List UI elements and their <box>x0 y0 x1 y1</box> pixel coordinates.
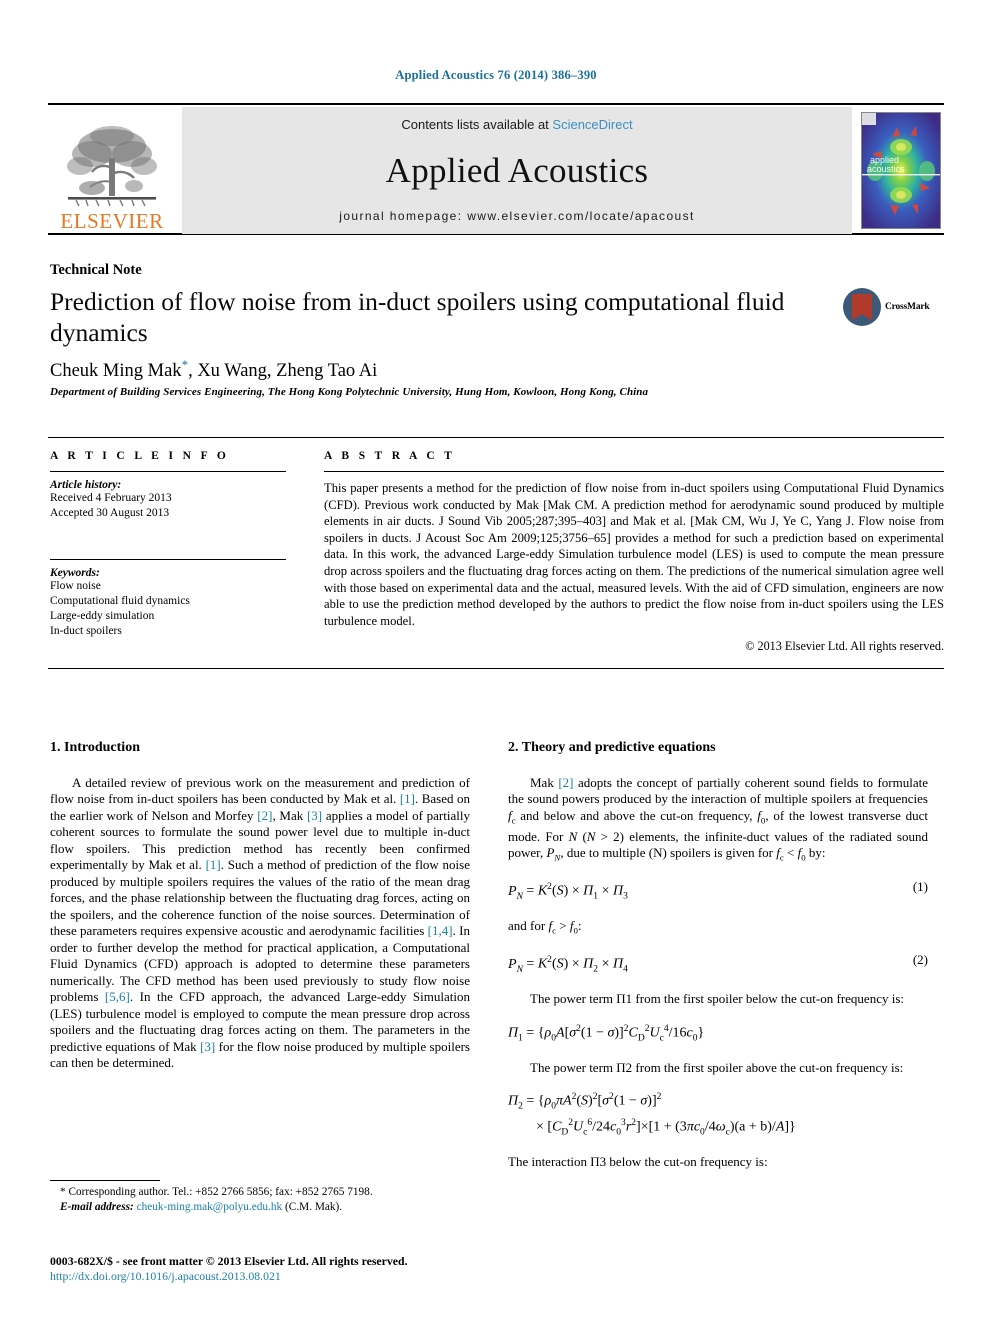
crossmark-badge[interactable]: CrossMark <box>843 288 930 326</box>
keyword-item: In-duct spoilers <box>50 625 122 637</box>
contents-available-line: Contents lists available at ScienceDirec… <box>401 117 632 132</box>
journal-masthead: ELSEVIER Contents lists available at Sci… <box>48 103 944 235</box>
theory-paragraph: Mak [2] adopts the concept of partially … <box>508 774 928 863</box>
between-eq-label: and for <box>508 918 546 934</box>
email-link[interactable]: cheuk-ming.mak@polyu.edu.hk <box>137 1201 283 1213</box>
footnote-block: * Corresponding author. Tel.: +852 2766 … <box>50 1185 470 1214</box>
citation-ref[interactable]: [5,6] <box>105 989 130 1004</box>
theory-t3: and below and above the cut-on frequency… <box>515 807 758 823</box>
equation-2: PN = K2(S) × Π2 × Π4 (2) <box>508 952 928 975</box>
lead-in-pi2: The power term Π2 from the first spoiler… <box>530 1059 904 1075</box>
sciencedirect-link[interactable]: ScienceDirect <box>552 117 632 132</box>
introduction-paragraph: A detailed review of previous work on th… <box>50 775 470 1072</box>
affiliation: Department of Building Services Engineer… <box>50 386 649 398</box>
divider-info <box>50 471 286 472</box>
cover-title-line2: acoustics <box>867 164 905 174</box>
abstract-caption: A B S T R A C T <box>324 450 456 462</box>
cover-artwork: applied acoustics <box>861 112 941 229</box>
issn-copyright-line: 0003-682X/$ - see front matter © 2013 El… <box>50 1254 408 1268</box>
citation-ref[interactable]: [2] <box>558 775 573 790</box>
intro-t3: , Mak <box>272 807 307 823</box>
citation-ref[interactable]: [1,4] <box>428 923 453 938</box>
equation-pi2: Π2 = {ρ0πA2(S)2[σ2(1 − σ)]2 × [CD2Uc6/24… <box>508 1092 796 1138</box>
body-column-right: 2. Theory and predictive equations Mak [… <box>508 740 928 1171</box>
history-received: Received 4 February 2013 <box>50 492 172 504</box>
between-equations-text: and for fc > f0: <box>508 918 582 936</box>
divider-abstract <box>324 471 944 472</box>
keywords-block: Keywords: Flow noise Computational fluid… <box>50 559 286 639</box>
theory-t6: , due to multiple (N) spoilers is given … <box>560 845 777 861</box>
article-type: Technical Note <box>50 262 142 278</box>
paper-page: Applied Acoustics 76 (2014) 386–390 ELSE… <box>0 0 992 1323</box>
masthead-center-panel: Contents lists available at ScienceDirec… <box>182 107 852 234</box>
journal-title: Applied Acoustics <box>385 150 649 190</box>
section-heading-theory: 2. Theory and predictive equations <box>508 740 716 755</box>
email-note: E-mail address: cheuk-ming.mak@polyu.edu… <box>50 1200 470 1215</box>
abstract-column: A B S T R A C T This paper presents a me… <box>324 450 944 654</box>
footnote-divider <box>50 1180 160 1181</box>
equation-1-number: (1) <box>912 879 928 895</box>
corresponding-author-note: * Corresponding author. Tel.: +852 2766 … <box>60 1186 373 1198</box>
history-accepted: Accepted 30 August 2013 <box>50 507 170 519</box>
authors-names: Cheuk Ming Mak <box>50 361 182 382</box>
equation-2-number: (2) <box>912 952 928 968</box>
keyword-item: Computational fluid dynamics <box>50 595 190 607</box>
article-info-caption: A R T I C L E I N F O <box>50 450 230 462</box>
article-history-heading: Article history: <box>50 479 122 491</box>
author-list: Cheuk Ming Mak*, Xu Wang, Zheng Tao Ai <box>50 357 377 382</box>
elsevier-tree-icon <box>67 126 157 207</box>
journal-cover-thumbnail: applied acoustics <box>858 107 944 234</box>
section-heading-introduction: 1. Introduction <box>50 740 140 755</box>
citation-ref[interactable]: [3] <box>307 808 322 823</box>
abstract-text: This paper presents a method for the pre… <box>324 481 944 628</box>
citation-ref[interactable]: [1] <box>400 791 415 806</box>
abstract-copyright: © 2013 Elsevier Ltd. All rights reserved… <box>745 639 944 654</box>
theory-t1: Mak <box>530 774 559 790</box>
citation-ref[interactable]: [3] <box>200 1039 215 1054</box>
elsevier-logo: ELSEVIER <box>48 107 176 234</box>
elsevier-wordmark: ELSEVIER <box>60 209 164 233</box>
lead-in-pi3: The interaction Π3 below the cut-on freq… <box>508 1154 768 1170</box>
equation-pi1: Π1 = {ρ0A[σ2(1 − σ)]2CD2Uc4/16c0} <box>508 1023 705 1044</box>
page-title: Prediction of flow noise from in-duct sp… <box>50 287 785 347</box>
footer-block: 0003-682X/$ - see front matter © 2013 El… <box>50 1254 480 1284</box>
keyword-item: Flow noise <box>50 580 101 592</box>
crossmark-icon <box>843 288 881 326</box>
crossmark-label: CrossMark <box>885 302 930 312</box>
body-column-left: 1. Introduction A detailed review of pre… <box>50 740 470 1072</box>
theory-t7: by: <box>805 845 826 861</box>
cover-acoustic-pattern-icon: applied acoustics <box>862 113 940 228</box>
email-label: E-mail address: <box>60 1200 134 1213</box>
keywords-heading: Keywords: <box>50 567 100 579</box>
email-suffix: (C.M. Mak). <box>282 1200 343 1213</box>
divider-keywords <box>50 559 286 560</box>
citation-ref[interactable]: [1] <box>206 857 221 872</box>
citation-ref[interactable]: [2] <box>257 808 272 823</box>
equation-1: PN = K2(S) × Π1 × Π3 (1) <box>508 879 928 902</box>
authors-rest: , Xu Wang, Zheng Tao Ai <box>188 361 378 382</box>
keyword-item: Large-eddy simulation <box>50 610 155 622</box>
lead-in-pi1: The power term Π1 from the first spoiler… <box>530 991 904 1007</box>
running-head: Applied Acoustics 76 (2014) 386–390 <box>395 68 597 82</box>
contents-prefix: Contents lists available at <box>401 117 553 132</box>
doi-link[interactable]: http://dx.doi.org/10.1016/j.apacoust.201… <box>50 1269 480 1284</box>
article-info-column: A R T I C L E I N F O Article history: R… <box>50 450 286 639</box>
journal-homepage[interactable]: journal homepage: www.elsevier.com/locat… <box>339 209 695 223</box>
